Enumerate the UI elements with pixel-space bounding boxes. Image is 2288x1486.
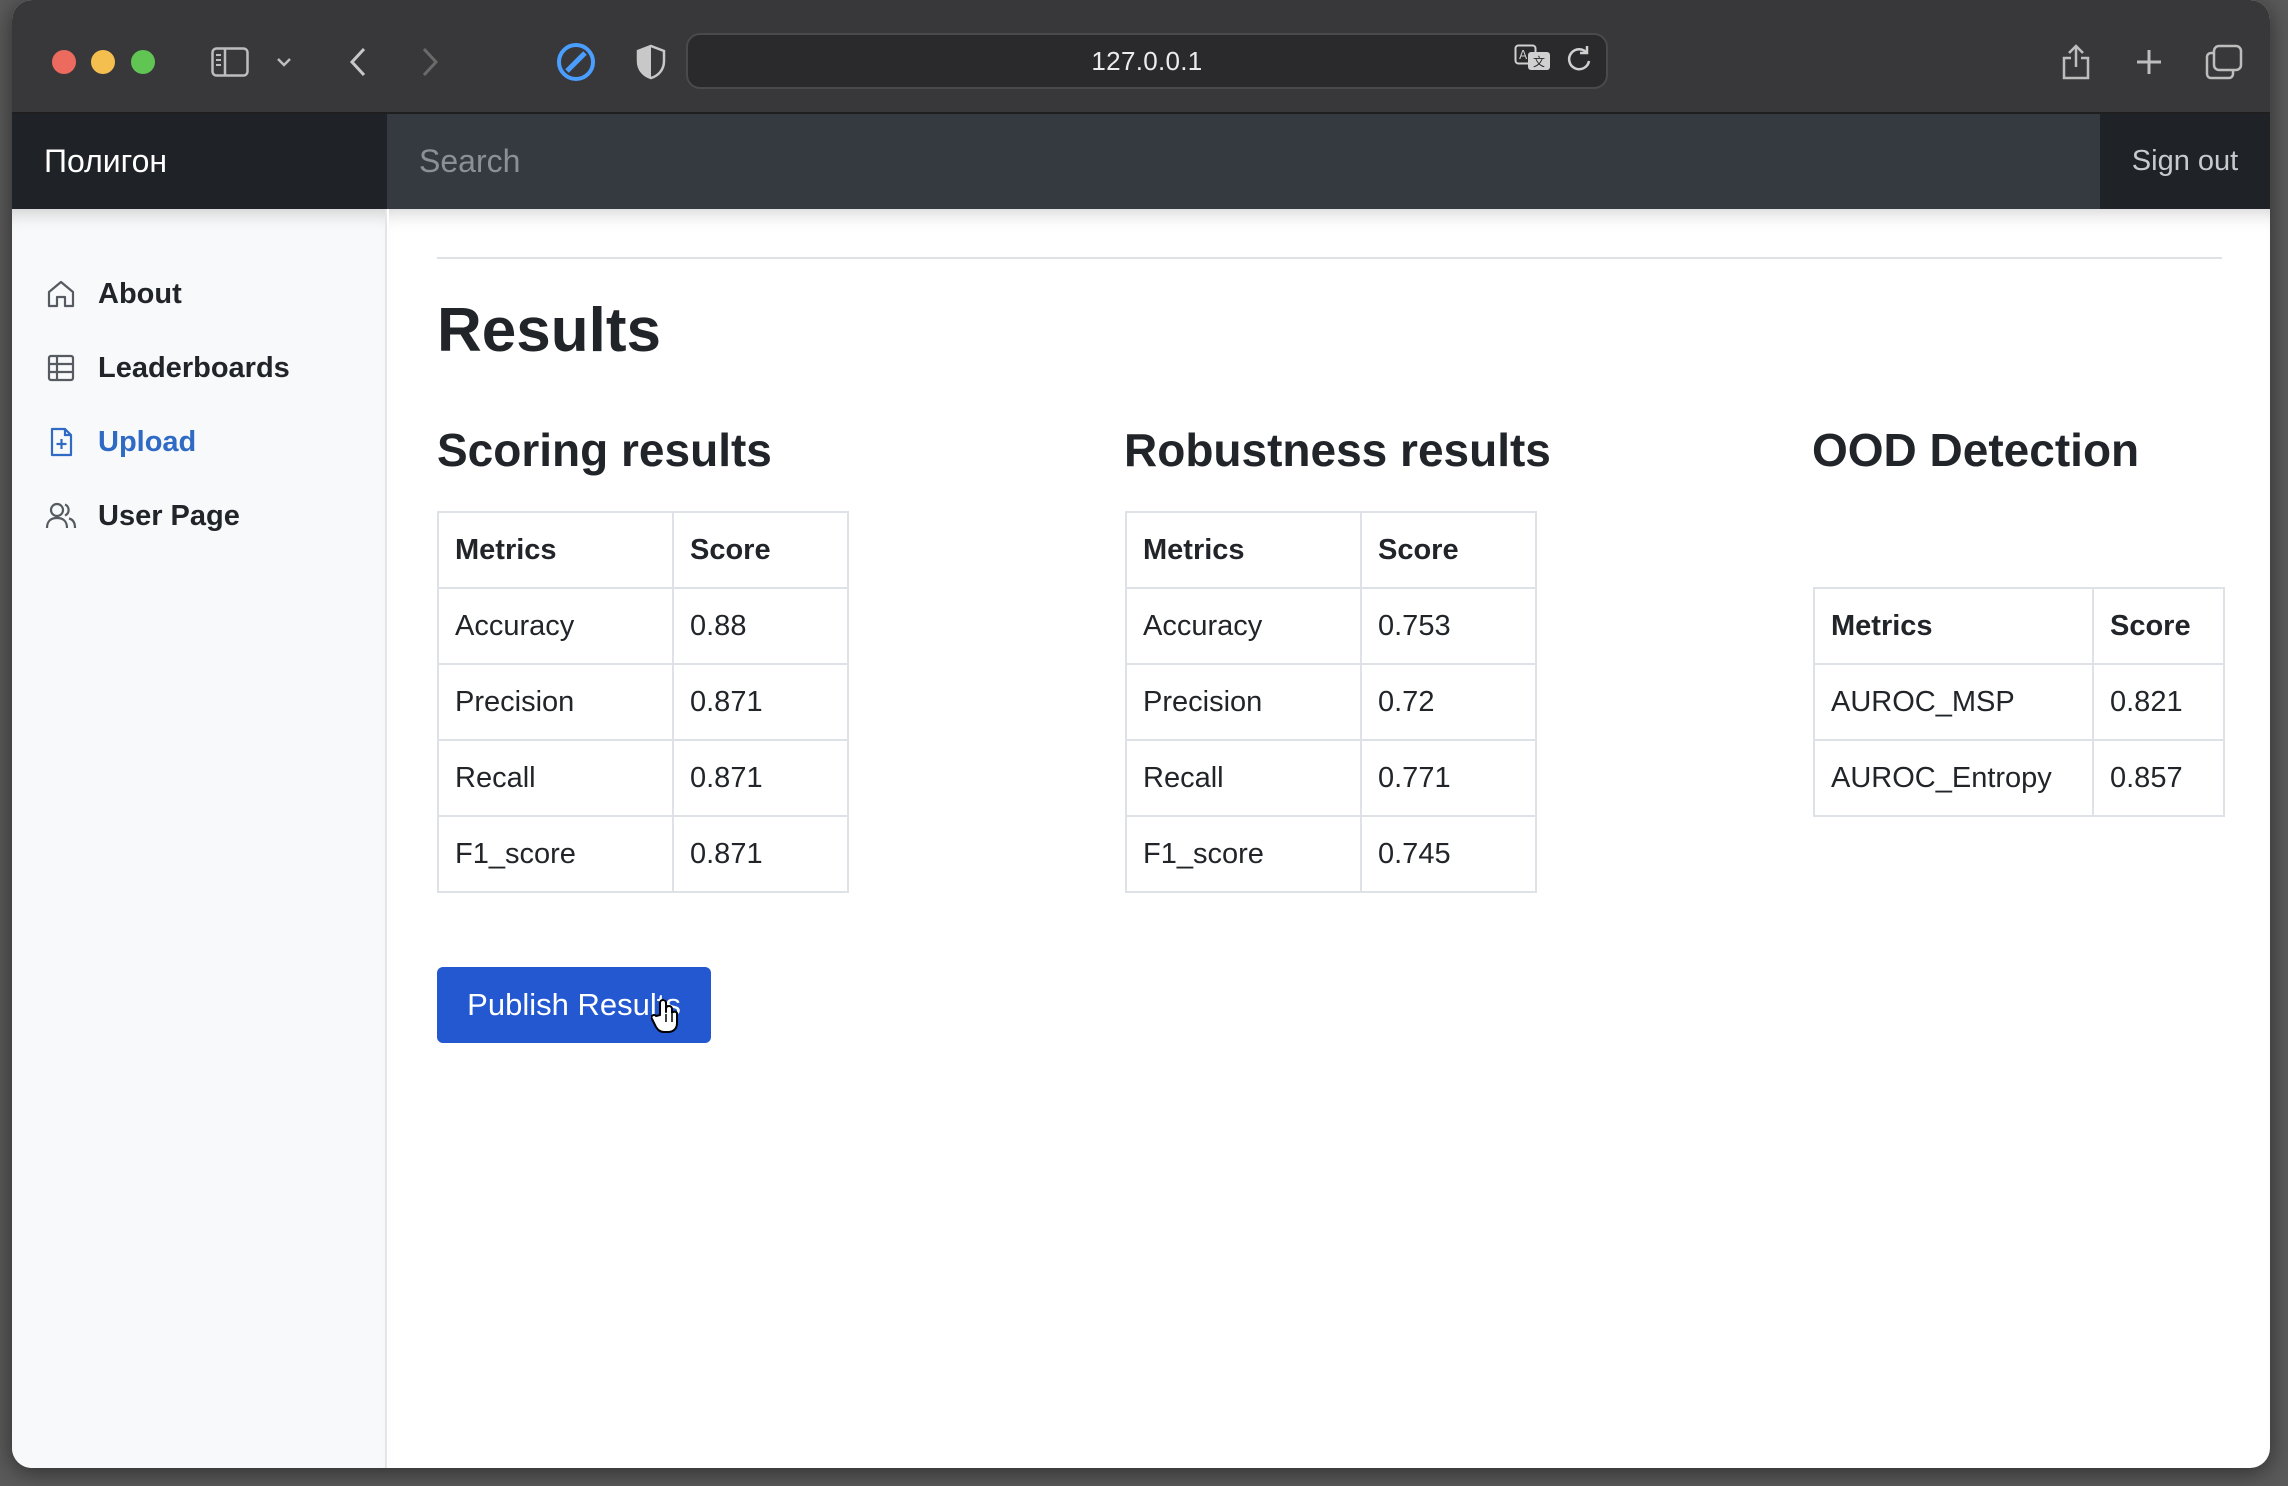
brand-link[interactable]: Полигон	[12, 114, 387, 209]
zoom-window-button[interactable]	[131, 50, 155, 74]
table-icon	[44, 351, 78, 385]
score-cell: 0.871	[672, 663, 849, 741]
sidebar-item-label: User Page	[98, 499, 240, 532]
new-tab-plus-icon[interactable]	[2123, 36, 2175, 88]
metric-cell: Precision	[437, 663, 674, 741]
column-header: Score	[1360, 511, 1537, 589]
search-input[interactable]	[387, 114, 2100, 209]
sidebar-item-label: About	[98, 277, 182, 310]
sidebar-item-label: Leaderboards	[98, 351, 290, 384]
section-heading: Scoring results	[437, 424, 772, 476]
metric-cell: F1_score	[437, 815, 674, 893]
hand-cursor-icon	[650, 999, 681, 1041]
compass-extension-icon[interactable]	[550, 36, 602, 88]
chevron-down-icon[interactable]	[266, 36, 302, 88]
house-icon	[44, 277, 78, 311]
close-window-button[interactable]	[52, 50, 76, 74]
scoring-results-table: Metrics Score Accuracy 0.88 Precision 0.87…	[437, 511, 849, 893]
metric-cell: Recall	[437, 739, 674, 817]
browser-toolbar: 127.0.0.1 A文	[12, 0, 2270, 114]
score-cell: 0.745	[1360, 815, 1537, 893]
metric-cell: Recall	[1125, 739, 1362, 817]
table-row: Precision 0.871	[437, 663, 849, 741]
svg-text:A: A	[1519, 48, 1528, 62]
robustness-results-table: Metrics Score Accuracy 0.753 Precision 0.7…	[1125, 511, 1537, 893]
sidebar-toggle-icon[interactable]	[204, 36, 256, 88]
shield-icon[interactable]	[625, 36, 677, 88]
table-row: Precision 0.72	[1125, 663, 1537, 741]
url-text: 127.0.0.1	[1091, 45, 1203, 76]
metric-cell: F1_score	[1125, 815, 1362, 893]
file-plus-icon	[44, 425, 78, 459]
sign-out-link[interactable]: Sign out	[2100, 114, 2270, 209]
table-row: Accuracy 0.88	[437, 587, 849, 665]
browser-window: 127.0.0.1 A文 Полигон Sign out	[12, 0, 2270, 1468]
button-label: Publish Results	[467, 987, 681, 1022]
table-row: AUROC_MSP 0.821	[1813, 663, 2225, 741]
column-header: Metrics	[1125, 511, 1362, 589]
robustness-results-section: Robustness results	[1124, 423, 1551, 477]
sidebar-item-about[interactable]: About	[12, 257, 385, 331]
score-cell: 0.771	[1360, 739, 1537, 817]
column-header: Score	[2092, 587, 2225, 665]
score-cell: 0.871	[672, 739, 849, 817]
sidebar-item-upload[interactable]: Upload	[12, 405, 385, 479]
metric-cell: Precision	[1125, 663, 1362, 741]
score-cell: 0.88	[672, 587, 849, 665]
score-cell: 0.753	[1360, 587, 1537, 665]
forward-arrow-icon[interactable]	[404, 36, 456, 88]
sidebar-item-label: Upload	[98, 425, 197, 458]
minimize-window-button[interactable]	[91, 50, 115, 74]
table-header-row: Metrics Score	[437, 511, 849, 589]
table-row: Accuracy 0.753	[1125, 587, 1537, 665]
svg-text:文: 文	[1533, 54, 1545, 69]
score-cell: 0.821	[2092, 663, 2225, 741]
metric-cell: Accuracy	[1125, 587, 1362, 665]
table-header-row: Metrics Score	[1813, 587, 2225, 665]
section-heading: Robustness results	[1124, 424, 1551, 476]
back-arrow-icon[interactable]	[332, 36, 384, 88]
table-row: F1_score 0.745	[1125, 815, 1537, 893]
column-header: Metrics	[437, 511, 674, 589]
tab-overview-icon[interactable]	[2198, 36, 2250, 88]
page-title: Results	[437, 296, 661, 365]
table-row: Recall 0.871	[437, 739, 849, 817]
table-row: Recall 0.771	[1125, 739, 1537, 817]
users-icon	[44, 499, 78, 533]
column-header: Score	[672, 511, 849, 589]
section-heading: OOD Detection	[1812, 424, 2140, 476]
divider	[437, 257, 2222, 259]
sidebar-item-leaderboards[interactable]: Leaderboards	[12, 331, 385, 405]
publish-results-button[interactable]: Publish Results	[437, 967, 711, 1043]
share-icon[interactable]	[2050, 36, 2102, 88]
score-cell: 0.72	[1360, 663, 1537, 741]
table-header-row: Metrics Score	[1125, 511, 1537, 589]
sidebar: About Leaderboards Upload User Page	[12, 209, 387, 1468]
translate-icon[interactable]: A文	[1514, 44, 1552, 79]
app-navbar: Полигон Sign out	[12, 114, 2270, 209]
sidebar-item-user-page[interactable]: User Page	[12, 479, 385, 553]
metric-cell: AUROC_MSP	[1813, 663, 2094, 741]
column-header: Metrics	[1813, 587, 2094, 665]
score-cell: 0.857	[2092, 739, 2225, 817]
scoring-results-section: Scoring results	[437, 423, 772, 477]
address-bar[interactable]: 127.0.0.1 A文	[686, 33, 1608, 89]
metric-cell: AUROC_Entropy	[1813, 739, 2094, 817]
ood-detection-table: Metrics Score AUROC_MSP 0.821 AUROC_Entro…	[1813, 587, 2225, 817]
metric-cell: Accuracy	[437, 587, 674, 665]
table-row: AUROC_Entropy 0.857	[1813, 739, 2225, 817]
main-content: Results Scoring results Metrics Score Ac…	[389, 209, 2270, 1468]
reload-icon[interactable]	[1566, 44, 1592, 79]
score-cell: 0.871	[672, 815, 849, 893]
table-row: F1_score 0.871	[437, 815, 849, 893]
ood-detection-section: OOD Detection	[1812, 423, 2139, 477]
